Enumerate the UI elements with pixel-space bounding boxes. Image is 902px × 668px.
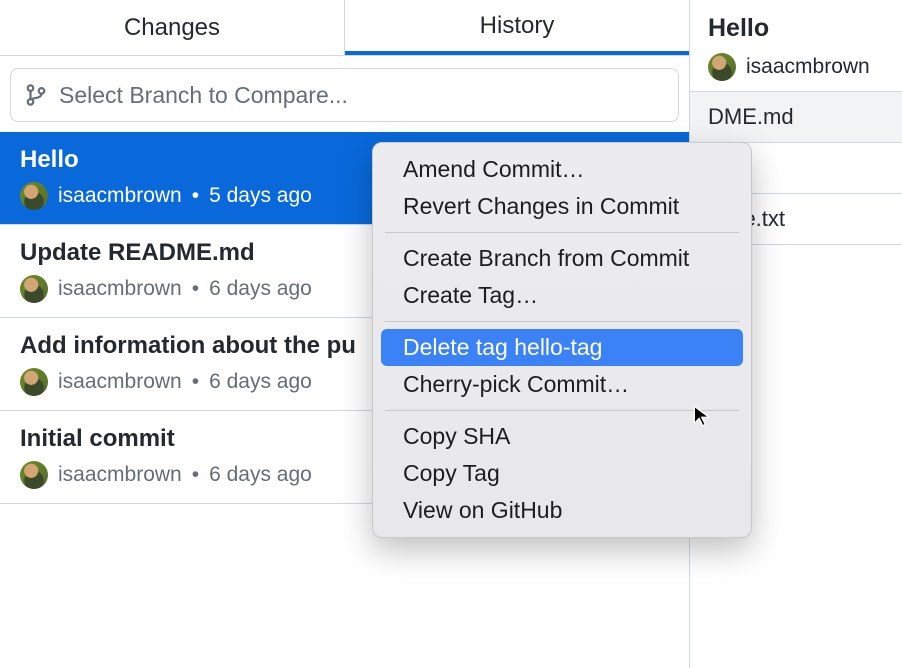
avatar bbox=[20, 182, 48, 210]
branch-compare-selector[interactable]: Select Branch to Compare... bbox=[10, 68, 679, 122]
menu-revert-commit[interactable]: Revert Changes in Commit bbox=[381, 188, 743, 225]
menu-cherry-pick[interactable]: Cherry-pick Commit… bbox=[381, 366, 743, 403]
tab-history[interactable]: History bbox=[345, 0, 689, 55]
branch-compare-placeholder: Select Branch to Compare... bbox=[59, 82, 348, 109]
menu-separator bbox=[385, 232, 739, 233]
commit-detail-title: Hello bbox=[708, 14, 884, 43]
commit-context-menu: Amend Commit… Revert Changes in Commit C… bbox=[372, 142, 752, 538]
commit-detail-author: isaacmbrown bbox=[746, 55, 870, 79]
commit-time: 6 days ago bbox=[209, 463, 312, 487]
commit-author: isaacmbrown bbox=[58, 370, 182, 394]
menu-copy-sha[interactable]: Copy SHA bbox=[381, 418, 743, 455]
commit-time: 6 days ago bbox=[209, 370, 312, 394]
avatar bbox=[20, 275, 48, 303]
menu-amend-commit[interactable]: Amend Commit… bbox=[381, 151, 743, 188]
menu-separator bbox=[385, 410, 739, 411]
avatar bbox=[708, 53, 736, 81]
menu-delete-tag[interactable]: Delete tag hello-tag bbox=[381, 329, 743, 366]
menu-separator bbox=[385, 321, 739, 322]
commit-author: isaacmbrown bbox=[58, 184, 182, 208]
menu-create-tag[interactable]: Create Tag… bbox=[381, 277, 743, 314]
tab-bar: Changes History bbox=[0, 0, 689, 56]
avatar bbox=[20, 368, 48, 396]
git-branch-icon bbox=[25, 84, 47, 106]
commit-author: isaacmbrown bbox=[58, 277, 182, 301]
commit-time: 6 days ago bbox=[209, 277, 312, 301]
tab-changes[interactable]: Changes bbox=[0, 0, 345, 55]
avatar bbox=[20, 461, 48, 489]
menu-copy-tag[interactable]: Copy Tag bbox=[381, 455, 743, 492]
file-item[interactable]: DME.md bbox=[690, 92, 902, 143]
menu-create-branch[interactable]: Create Branch from Commit bbox=[381, 240, 743, 277]
commit-time: 5 days ago bbox=[209, 184, 312, 208]
commit-author: isaacmbrown bbox=[58, 463, 182, 487]
menu-view-github[interactable]: View on GitHub bbox=[381, 492, 743, 529]
